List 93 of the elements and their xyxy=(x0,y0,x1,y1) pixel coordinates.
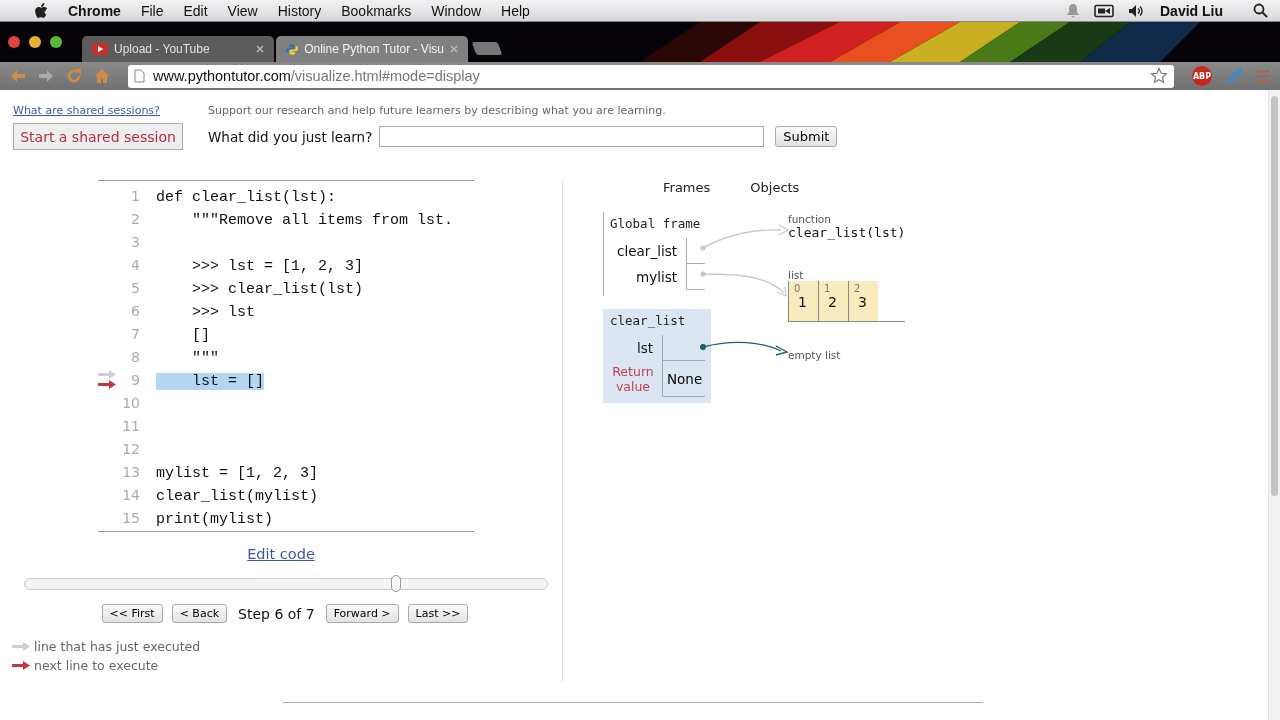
code-line: >>> lst = [1, 2, 3] xyxy=(191,257,364,275)
forward-arrow-icon[interactable] xyxy=(38,69,54,83)
reload-icon[interactable] xyxy=(66,68,82,84)
submit-button[interactable]: Submit xyxy=(775,126,838,147)
edit-code-link[interactable]: Edit code xyxy=(247,546,315,562)
legend-text: line that has just executed xyxy=(34,639,201,654)
apple-logo-icon[interactable] xyxy=(34,2,48,19)
list-value: 1 xyxy=(798,294,808,310)
line-number: 10 xyxy=(121,394,140,411)
support-text: Support our research and help future learners by describing what you are learning. xyxy=(208,104,667,117)
search-icon[interactable] xyxy=(1253,3,1268,18)
list-value: 2 xyxy=(828,294,838,310)
legend-text: next line to execute xyxy=(34,658,159,673)
line-number: 12 xyxy=(121,440,140,457)
back-arrow-icon[interactable] xyxy=(10,69,26,83)
objects-heading: Objects xyxy=(750,180,800,195)
adblock-icon[interactable]: ABP xyxy=(1192,66,1212,86)
shared-sessions-link[interactable]: What are shared sessions? xyxy=(13,104,208,117)
step-counter: Step 6 of 7 xyxy=(238,605,315,622)
arrow-icon xyxy=(12,642,30,651)
variable-name: Return value xyxy=(611,363,655,396)
start-shared-session-button[interactable]: Start a shared session xyxy=(13,123,183,150)
page-icon xyxy=(134,69,145,83)
frame-title: clear_list xyxy=(610,313,687,330)
line-number: 8 xyxy=(130,348,140,365)
speaker-icon[interactable] xyxy=(1128,3,1144,18)
snake-logo-icon xyxy=(286,41,299,57)
list-index: 2 xyxy=(854,283,862,294)
list-value: 3 xyxy=(858,294,868,310)
menu-item[interactable]: Bookmarks xyxy=(341,2,412,19)
line-number: 11 xyxy=(121,417,140,434)
learn-input-field[interactable] xyxy=(379,126,765,147)
code-line: >>> clear_list(lst) xyxy=(191,280,364,298)
close-icon[interactable] xyxy=(450,45,458,53)
line-number: 14 xyxy=(121,486,140,503)
learn-label: What did you just learn? xyxy=(208,128,373,145)
arrow-icon xyxy=(98,370,116,379)
code-line: """Remove all items from lst. xyxy=(191,211,454,229)
code-line: def clear_list(lst): xyxy=(156,188,337,206)
empty-list-label: empty list xyxy=(788,349,842,361)
line-number: 7 xyxy=(130,325,140,342)
step-button[interactable]: Forward > xyxy=(325,604,399,623)
close-icon[interactable] xyxy=(256,45,264,53)
variable-value: None xyxy=(662,361,705,397)
play-icon xyxy=(92,43,108,55)
frames-heading: Frames xyxy=(663,180,711,195)
list-index: 1 xyxy=(824,283,832,294)
menu-item[interactable]: Window xyxy=(431,2,482,19)
frame-title: Global frame xyxy=(610,216,702,233)
variable-name: mylist xyxy=(635,268,678,287)
step-button[interactable]: < Back xyxy=(171,604,228,623)
step-button[interactable]: << First xyxy=(101,604,163,623)
line-number: 6 xyxy=(130,302,140,319)
browser-tab[interactable]: Upload - YouTube xyxy=(82,36,274,62)
slider-handle[interactable] xyxy=(390,575,401,592)
line-number: 1 xyxy=(130,187,140,204)
menu-item[interactable]: History xyxy=(277,2,322,19)
star-icon[interactable] xyxy=(1150,67,1168,85)
code-line: print(mylist) xyxy=(156,510,274,528)
line-number: 13 xyxy=(121,463,140,480)
code-line: """ xyxy=(191,349,219,367)
menu-item[interactable]: Edit xyxy=(183,2,208,19)
step-button[interactable]: Last >> xyxy=(407,604,469,623)
browser-tab[interactable]: Online Python Tutor - Visu xyxy=(276,36,468,62)
video-camera-icon[interactable] xyxy=(1094,3,1114,18)
home-icon[interactable] xyxy=(94,68,110,84)
variable-name: clear_list xyxy=(616,242,678,261)
object-type-label: function xyxy=(788,213,832,225)
user-name[interactable]: David Liu xyxy=(1160,2,1223,19)
line-number: 15 xyxy=(121,509,140,526)
object-type-label: list xyxy=(788,269,805,281)
menu-app-name[interactable]: Chrome xyxy=(68,2,121,19)
function-name: clear_list(lst) xyxy=(788,225,906,240)
bell-icon[interactable] xyxy=(1066,3,1080,18)
code-line: clear_list(mylist) xyxy=(156,487,319,505)
step-slider-track[interactable] xyxy=(24,578,548,590)
line-number: 5 xyxy=(130,279,140,296)
variable-name: lst xyxy=(635,339,654,358)
list-index: 0 xyxy=(794,283,802,294)
menu-item[interactable]: File xyxy=(140,2,164,19)
address-bar[interactable]: www.pythontutor.com/visualize.html#mode=display xyxy=(128,64,1174,88)
scrollbar-thumb[interactable] xyxy=(1271,96,1278,496)
arrow-icon xyxy=(12,661,30,670)
arrow-icon xyxy=(98,380,116,389)
line-number: 3 xyxy=(130,233,140,250)
code-line: [] xyxy=(191,326,210,344)
line-number: 2 xyxy=(130,210,140,227)
menu-item[interactable]: View xyxy=(227,2,258,19)
line-number: 9 xyxy=(130,371,140,388)
menu-item[interactable]: Help xyxy=(501,2,530,19)
line-number: 4 xyxy=(130,256,140,273)
code-line: mylist = [1, 2, 3] xyxy=(156,464,319,482)
code-line: >>> lst xyxy=(191,303,256,321)
